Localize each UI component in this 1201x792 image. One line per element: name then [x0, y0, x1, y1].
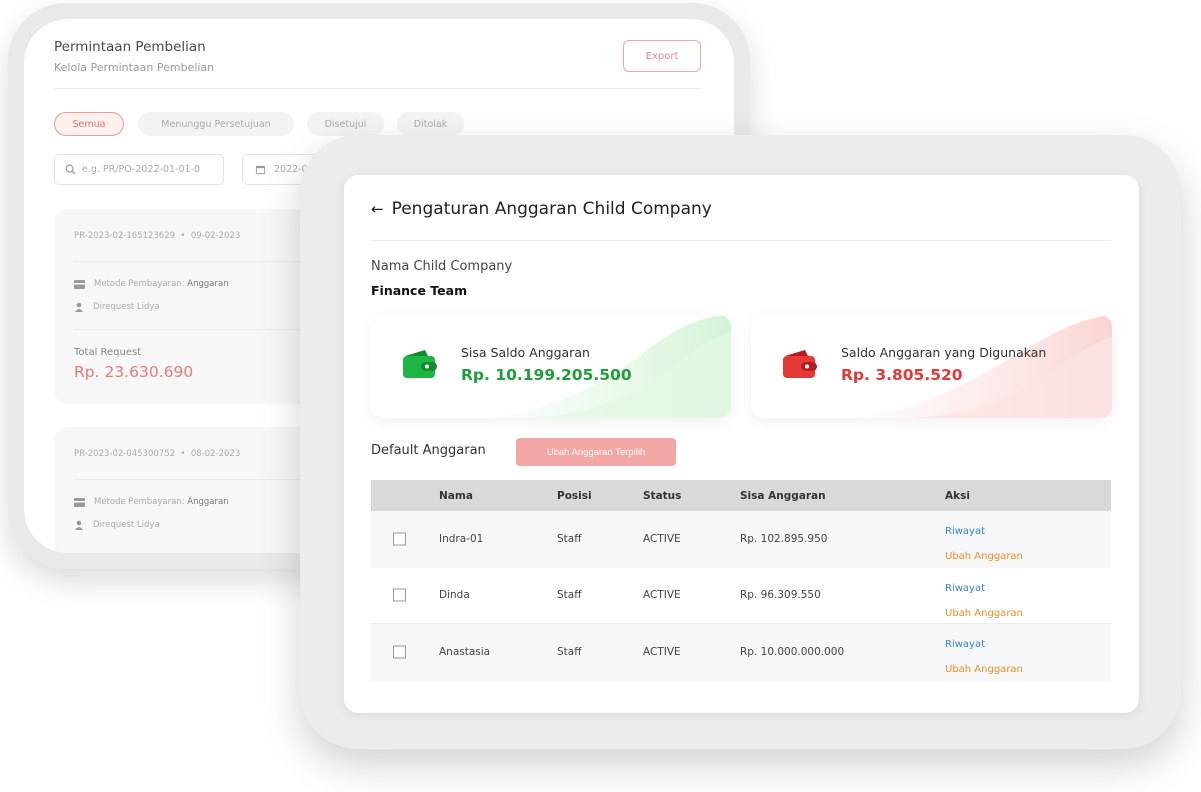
table-header: Nama Posisi Status Sisa Anggaran Aksi — [371, 480, 1111, 511]
page-title: Pengaturan Anggaran Child Company — [391, 199, 712, 219]
budget-table: Nama Posisi Status Sisa Anggaran Aksi In… — [371, 480, 1111, 681]
row-checkbox[interactable] — [393, 588, 406, 602]
cell-sisa-anggaran: Rp. 96.309.550 — [740, 589, 821, 602]
cell-sisa-anggaran: Rp. 102.895.950 — [740, 533, 828, 546]
company-label: Nama Child Company — [371, 259, 513, 274]
export-button[interactable]: Export — [623, 40, 701, 72]
page-subtitle: Kelola Permintaan Pembelian — [54, 61, 215, 74]
payment-method: Metode Pembayaran: Anggaran — [74, 279, 229, 289]
used-budget-label: Saldo Anggaran yang Digunakan — [841, 345, 1047, 360]
cell-aksi: Riwayat Ubah Anggaran — [945, 632, 1023, 682]
cell-status: ACTIVE — [643, 646, 681, 659]
payment-method: Metode Pembayaran: Anggaran — [74, 497, 229, 507]
column-header-sisa-anggaran: Sisa Anggaran — [740, 489, 826, 502]
divider — [54, 88, 701, 89]
cell-posisi: Staff — [557, 589, 582, 602]
cell-aksi: Riwayat Ubah Anggaran — [945, 519, 1023, 569]
history-link[interactable]: Riwayat — [945, 519, 1023, 544]
table-row: Indra-01 Staff ACTIVE Rp. 102.895.950 Ri… — [371, 511, 1111, 568]
page-title: Permintaan Pembelian — [54, 39, 206, 55]
search-icon — [65, 164, 76, 175]
cell-posisi: Staff — [557, 533, 582, 546]
cell-nama: Dinda — [439, 589, 470, 602]
tab-semua[interactable]: Semua — [54, 112, 124, 136]
tab-menunggu-persetujuan[interactable]: Menunggu Persetujuan — [138, 112, 294, 136]
cell-status: ACTIVE — [643, 533, 681, 546]
edit-budget-link[interactable]: Ubah Anggaran — [945, 601, 1023, 626]
row-checkbox[interactable] — [393, 532, 406, 546]
tablet-frame-front: ← Pengaturan Anggaran Child Company Nama… — [300, 135, 1181, 749]
edit-budget-link[interactable]: Ubah Anggaran — [945, 657, 1023, 682]
used-budget-value: Rp. 3.805.520 — [841, 366, 963, 384]
used-budget-card: Saldo Anggaran yang Digunakan Rp. 3.805.… — [751, 315, 1112, 418]
remaining-budget-card: Sisa Saldo Anggaran Rp. 10.199.205.500 — [371, 315, 731, 418]
remaining-budget-value: Rp. 10.199.205.500 — [461, 366, 632, 384]
tab-ditolak[interactable]: Ditolak — [397, 112, 464, 136]
default-budget-label: Default Anggaran — [371, 443, 486, 458]
cell-nama: Anastasia — [439, 646, 491, 659]
remaining-budget-label: Sisa Saldo Anggaran — [461, 345, 590, 360]
table-row: Dinda Staff ACTIVE Rp. 96.309.550 Riwaya… — [371, 568, 1111, 626]
column-header-status: Status — [643, 489, 682, 502]
requested-by: Direquest Lidya — [74, 520, 160, 530]
request-ref: PR-2023-02-045300752 • 08-02-2023 — [74, 449, 241, 459]
page-header: ← Pengaturan Anggaran Child Company — [371, 199, 712, 219]
stage: Permintaan Pembelian Kelola Permintaan P… — [0, 0, 1201, 792]
divider — [371, 240, 1111, 241]
calendar-icon — [255, 165, 266, 175]
edit-budget-link[interactable]: Ubah Anggaran — [945, 544, 1023, 569]
cell-status: ACTIVE — [643, 589, 681, 602]
request-ref: PR-2023-02-165123629 • 09-02-2023 — [74, 231, 241, 241]
search-input[interactable]: e.g. PR/PO-2022-01-01-0 — [54, 154, 224, 185]
cell-posisi: Staff — [557, 646, 582, 659]
search-placeholder: e.g. PR/PO-2022-01-01-0 — [82, 164, 201, 175]
column-header-nama: Nama — [439, 489, 473, 502]
total-request-label: Total Request — [74, 347, 142, 358]
row-checkbox[interactable] — [393, 645, 406, 659]
cell-nama: Indra-01 — [439, 533, 484, 546]
requested-by: Direquest Lidya — [74, 302, 160, 312]
history-link[interactable]: Riwayat — [945, 576, 1023, 601]
wallet-icon — [403, 350, 437, 378]
user-icon — [75, 520, 83, 530]
wallet-icon — [74, 497, 85, 507]
history-link[interactable]: Riwayat — [945, 632, 1023, 657]
wallet-icon — [783, 350, 817, 378]
table-row: Anastasia Staff ACTIVE Rp. 10.000.000.00… — [371, 624, 1111, 681]
cell-sisa-anggaran: Rp. 10.000.000.000 — [740, 646, 845, 659]
column-header-aksi: Aksi — [945, 489, 970, 502]
wallet-icon — [74, 279, 85, 289]
tab-disetujui[interactable]: Disetujui — [307, 112, 384, 136]
budget-settings-screen: ← Pengaturan Anggaran Child Company Nama… — [344, 175, 1139, 713]
total-request-value: Rp. 23.630.690 — [74, 363, 194, 381]
back-arrow-icon[interactable]: ← — [371, 200, 384, 218]
bulk-edit-budget-button[interactable]: Ubah Anggaran Terpilih — [516, 438, 676, 466]
cell-aksi: Riwayat Ubah Anggaran — [945, 576, 1023, 626]
user-icon — [75, 302, 83, 312]
company-value: Finance Team — [371, 283, 468, 298]
column-header-posisi: Posisi — [557, 489, 592, 502]
